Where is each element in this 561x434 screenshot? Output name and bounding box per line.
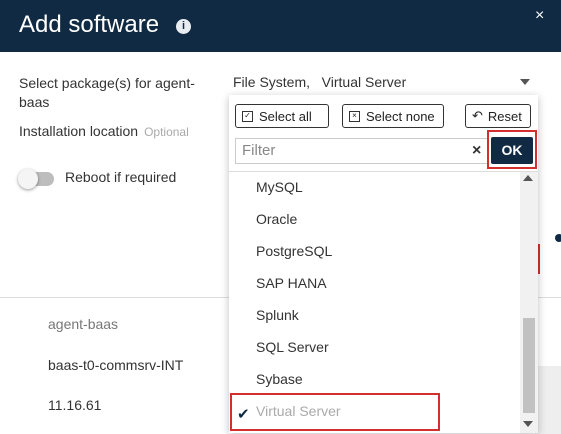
optional-label: Optional: [144, 125, 189, 139]
option-item[interactable]: Splunk: [256, 307, 299, 323]
select-all-button[interactable]: ✓ Select all: [235, 104, 329, 128]
info-icon[interactable]: i: [176, 19, 191, 34]
select-none-button[interactable]: × Select none: [342, 104, 444, 128]
filter-input[interactable]: Filter: [235, 138, 489, 164]
clear-filter-icon[interactable]: ×: [472, 142, 481, 160]
dot-fragment: [555, 234, 561, 242]
dialog-header: Add software i ×: [0, 0, 561, 52]
scroll-down-icon[interactable]: [523, 421, 533, 427]
detail-row-version: 11.16.61: [48, 397, 102, 413]
packages-label: Select package(s) for agent-baas: [19, 75, 195, 110]
detail-row-commserve: baas-t0-commsrv-INT: [48, 357, 184, 373]
reboot-toggle[interactable]: [18, 169, 54, 189]
reset-label: Reset: [487, 108, 522, 124]
packages-dropdown: ✓ Select all × Select none ↶ Reset Filte…: [229, 95, 538, 433]
side-panel-fragment: [535, 366, 561, 434]
packages-select[interactable]: File System, Virtual Server: [233, 74, 533, 90]
scroll-up-icon[interactable]: [523, 175, 533, 181]
scrollbar-thumb[interactable]: [523, 318, 535, 413]
option-item[interactable]: PostgreSQL: [256, 243, 332, 259]
toggle-knob: [18, 169, 38, 189]
option-item[interactable]: Sybase: [256, 371, 303, 387]
close-icon[interactable]: ×: [535, 7, 544, 25]
option-item[interactable]: SQL Server: [256, 339, 329, 355]
select-all-label: Select all: [259, 108, 312, 124]
selected-highlight-box: [230, 393, 440, 431]
ok-highlight-box: [487, 130, 537, 169]
option-item[interactable]: MySQL: [256, 179, 303, 195]
checkbox-cross-icon: ×: [349, 110, 360, 122]
select-none-label: Select none: [366, 108, 435, 124]
chevron-down-icon[interactable]: [520, 79, 530, 85]
location-label: Installation location Optional: [19, 122, 189, 142]
undo-icon: ↶: [472, 108, 483, 123]
reset-button[interactable]: ↶ Reset: [465, 104, 531, 128]
option-item[interactable]: Oracle: [256, 211, 297, 227]
reboot-label: Reboot if required: [65, 169, 177, 185]
location-label-text: Installation location: [19, 123, 139, 139]
dropdown-divider: [229, 171, 538, 172]
detail-row-client: agent-baas: [48, 316, 119, 332]
dialog-title: Add software: [19, 11, 160, 38]
checkbox-checked-icon: ✓: [242, 110, 253, 122]
option-item[interactable]: SAP HANA: [256, 275, 327, 291]
